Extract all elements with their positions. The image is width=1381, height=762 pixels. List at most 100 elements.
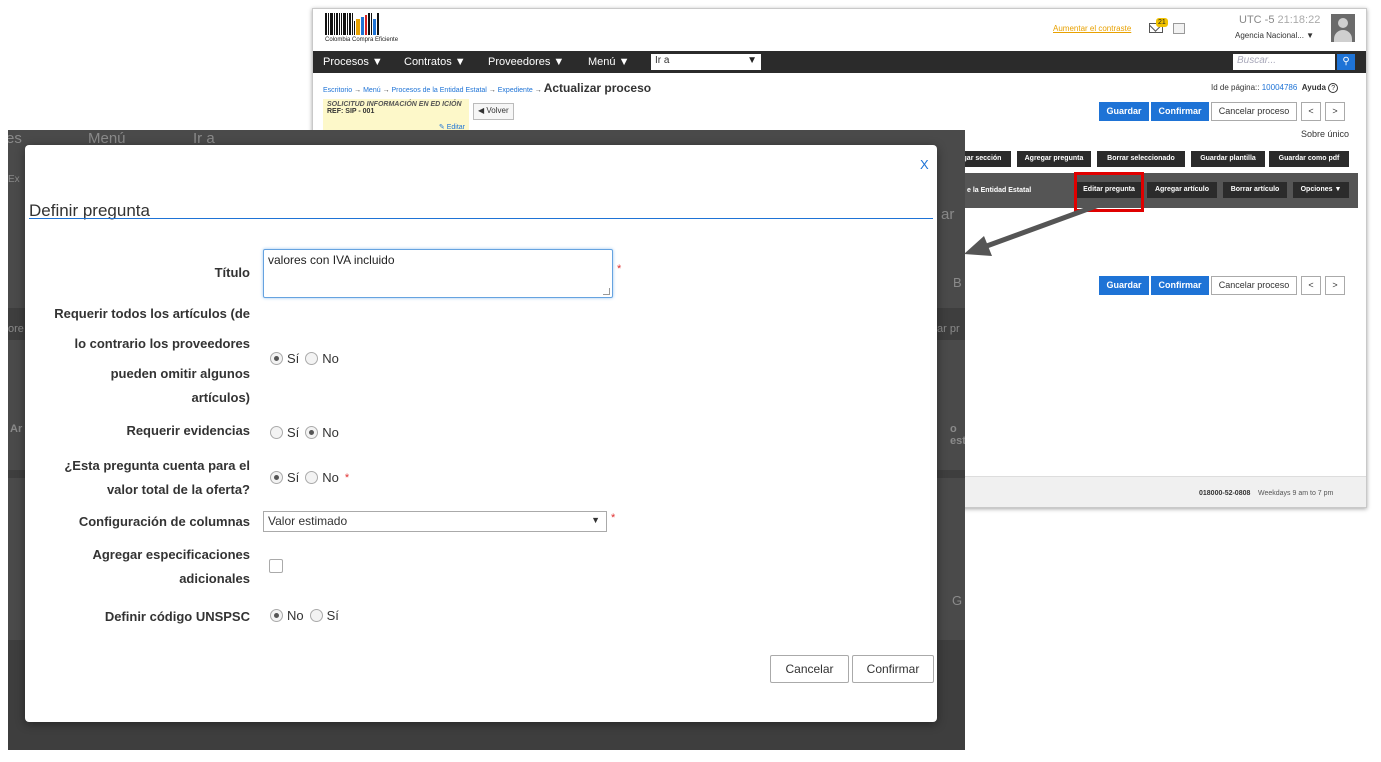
colombia-compra-logo[interactable]: Colombia Compra Eficiente bbox=[325, 13, 415, 45]
require-evidence-no-radio[interactable] bbox=[305, 426, 319, 439]
add-article-button[interactable]: Agregar artículo bbox=[1147, 182, 1217, 198]
save-button-bottom[interactable]: Guardar bbox=[1099, 276, 1149, 295]
user-avatar[interactable] bbox=[1331, 14, 1355, 42]
cancel-process-button-top[interactable]: Cancelar proceso bbox=[1211, 102, 1297, 121]
nav-item-contratos[interactable]: Contratos ▼ bbox=[404, 56, 466, 68]
chevron-down-icon: ▼ bbox=[591, 515, 600, 525]
close-icon[interactable]: X bbox=[920, 157, 929, 172]
logo-caption: Colombia Compra Eficiente bbox=[325, 37, 399, 43]
counts-label-line: valor total de la oferta? bbox=[106, 482, 250, 497]
cancel-button[interactable]: Cancelar bbox=[770, 655, 849, 683]
overlay-fragment: ar bbox=[941, 206, 955, 223]
unspsc-no-radio[interactable] bbox=[270, 609, 283, 622]
agency-name: Agencia Nacional... bbox=[1235, 31, 1304, 40]
require-evidence-label: Requerir evidencias bbox=[126, 423, 250, 438]
require-evidence-radio-group: Sí No bbox=[270, 425, 345, 440]
process-code: REF: SIP - 001 bbox=[327, 108, 375, 115]
resize-grip-icon[interactable] bbox=[603, 288, 610, 295]
confirm-button-bottom[interactable]: Confirmar bbox=[1151, 276, 1209, 295]
goto-select[interactable]: Ir a ▼ bbox=[651, 54, 761, 70]
chevron-down-icon: ▼ bbox=[747, 55, 757, 66]
overlay-nav-fragment: es bbox=[8, 130, 22, 147]
main-nav-bar: Procesos ▼ Contratos ▼ Proveedores ▼ Men… bbox=[313, 51, 1366, 73]
overlay-fragment: B bbox=[953, 275, 962, 290]
search-icon[interactable]: ⚲ bbox=[1337, 54, 1355, 70]
cancel-process-button-bottom[interactable]: Cancelar proceso bbox=[1211, 276, 1297, 295]
search-input[interactable]: Buscar... bbox=[1233, 54, 1335, 70]
extra-specs-label-line: adicionales bbox=[179, 571, 250, 586]
extra-specs-checkbox[interactable] bbox=[269, 559, 283, 573]
title-divider bbox=[29, 218, 933, 219]
prev-button-top[interactable]: < bbox=[1301, 102, 1321, 121]
agency-selector[interactable]: Agencia Nacional... ▼ bbox=[1235, 31, 1314, 40]
required-asterisk: * bbox=[344, 471, 350, 484]
sobre-label: Sobre único bbox=[1301, 129, 1350, 139]
next-button-top[interactable]: > bbox=[1325, 102, 1345, 121]
unspsc-label: Definir código UNSPSC bbox=[104, 609, 250, 624]
process-reference: SOLICITUD INFORMACIÓN EN ED ICIÓN REF: S… bbox=[323, 99, 469, 133]
footer-bar: 018000-52-0808 Weekdays 9 am to 7 pm bbox=[933, 476, 1366, 507]
require-all-label-line: lo contrario los proveedores bbox=[74, 336, 250, 351]
unspsc-yes-radio[interactable] bbox=[309, 609, 323, 622]
nav-item-procesos[interactable]: Procesos ▼ bbox=[323, 56, 383, 68]
required-asterisk: * bbox=[611, 512, 616, 524]
breadcrumb-escritorio[interactable]: Escritorio bbox=[323, 87, 352, 94]
save-pdf-button[interactable]: Guardar como pdf bbox=[1269, 151, 1349, 167]
require-all-no-radio[interactable] bbox=[305, 352, 319, 365]
document-icon[interactable] bbox=[1173, 23, 1185, 34]
counts-radio-group: Sí No * bbox=[270, 470, 349, 485]
counts-no-radio[interactable] bbox=[305, 471, 319, 484]
page-title: Actualizar proceso bbox=[543, 81, 652, 95]
delete-selected-button[interactable]: Borrar seleccionado bbox=[1097, 151, 1185, 167]
timezone-label: UTC -5 bbox=[1239, 14, 1275, 26]
process-title: SOLICITUD INFORMACIÓN EN ED ICIÓN bbox=[327, 101, 462, 108]
support-hours: Weekdays 9 am to 7 pm bbox=[1258, 490, 1334, 497]
titulo-label: Título bbox=[214, 265, 250, 280]
page-id: Id de página:: 10004786 Ayuda ? bbox=[1211, 83, 1339, 93]
next-button-bottom[interactable]: > bbox=[1325, 276, 1345, 295]
columns-label: Configuración de columnas bbox=[78, 514, 250, 529]
delete-article-button[interactable]: Borrar artículo bbox=[1223, 182, 1287, 198]
titulo-textarea[interactable]: valores con IVA incluido bbox=[263, 249, 613, 298]
support-phone: 018000-52-0808 bbox=[1199, 490, 1251, 497]
breadcrumb-expediente[interactable]: Expediente bbox=[498, 87, 533, 94]
toolbar-label: e la Entidad Estatal bbox=[967, 187, 1032, 194]
breadcrumb-menu[interactable]: Menú bbox=[363, 87, 381, 94]
overlay-fragment: o est bbox=[950, 423, 965, 447]
columns-selected-value: Valor estimado bbox=[268, 514, 348, 528]
breadcrumb-procesos[interactable]: Procesos de la Entidad Estatal bbox=[392, 87, 487, 94]
chevron-down-icon: ▼ bbox=[1306, 31, 1315, 40]
overlay-fragment: ar pr bbox=[937, 323, 960, 335]
back-button[interactable]: ◀ Volver bbox=[473, 103, 514, 120]
annotation-arrow bbox=[964, 199, 1110, 256]
timezone-clock: UTC -5 21:18:22 bbox=[1239, 14, 1320, 26]
require-all-label-line: artículos) bbox=[191, 390, 250, 405]
require-all-yes-radio[interactable] bbox=[270, 352, 283, 365]
add-question-button[interactable]: Agregar pregunta bbox=[1017, 151, 1091, 167]
save-template-button[interactable]: Guardar plantilla bbox=[1191, 151, 1265, 167]
counts-yes-radio[interactable] bbox=[270, 471, 283, 484]
unspsc-radio-group: No Sí bbox=[270, 608, 345, 623]
nav-item-menu[interactable]: Menú ▼ bbox=[588, 56, 629, 68]
clock-time: 21:18:22 bbox=[1277, 14, 1321, 26]
confirm-button[interactable]: Confirmar bbox=[852, 655, 934, 683]
required-asterisk: * bbox=[617, 263, 622, 275]
titulo-value: valores con IVA incluido bbox=[268, 253, 395, 267]
nav-item-proveedores[interactable]: Proveedores ▼ bbox=[488, 56, 564, 68]
help-icon[interactable]: ? bbox=[1328, 83, 1339, 93]
overlay-fragment: G bbox=[952, 593, 963, 608]
help-link[interactable]: Ayuda bbox=[1302, 83, 1326, 92]
prev-button-bottom[interactable]: < bbox=[1301, 276, 1321, 295]
overlay-fragment: Ex bbox=[8, 174, 20, 185]
mail-badge: 21 bbox=[1156, 18, 1168, 27]
contrast-link[interactable]: Aumentar el contraste bbox=[1053, 24, 1131, 33]
save-button-top[interactable]: Guardar bbox=[1099, 102, 1149, 121]
options-button[interactable]: Opciones ▼ bbox=[1293, 182, 1349, 198]
require-all-label-line: Requerir todos los artículos (de bbox=[54, 306, 250, 321]
overlay-fragment: ore bbox=[8, 323, 24, 335]
columns-select[interactable]: Valor estimado ▼ bbox=[263, 511, 607, 532]
confirm-button-top[interactable]: Confirmar bbox=[1151, 102, 1209, 121]
define-question-dialog: X Definir pregunta Título valores con IV… bbox=[25, 145, 937, 722]
require-evidence-yes-radio[interactable] bbox=[270, 426, 283, 439]
top-header: Colombia Compra Eficiente Aumentar el co… bbox=[313, 9, 1366, 51]
